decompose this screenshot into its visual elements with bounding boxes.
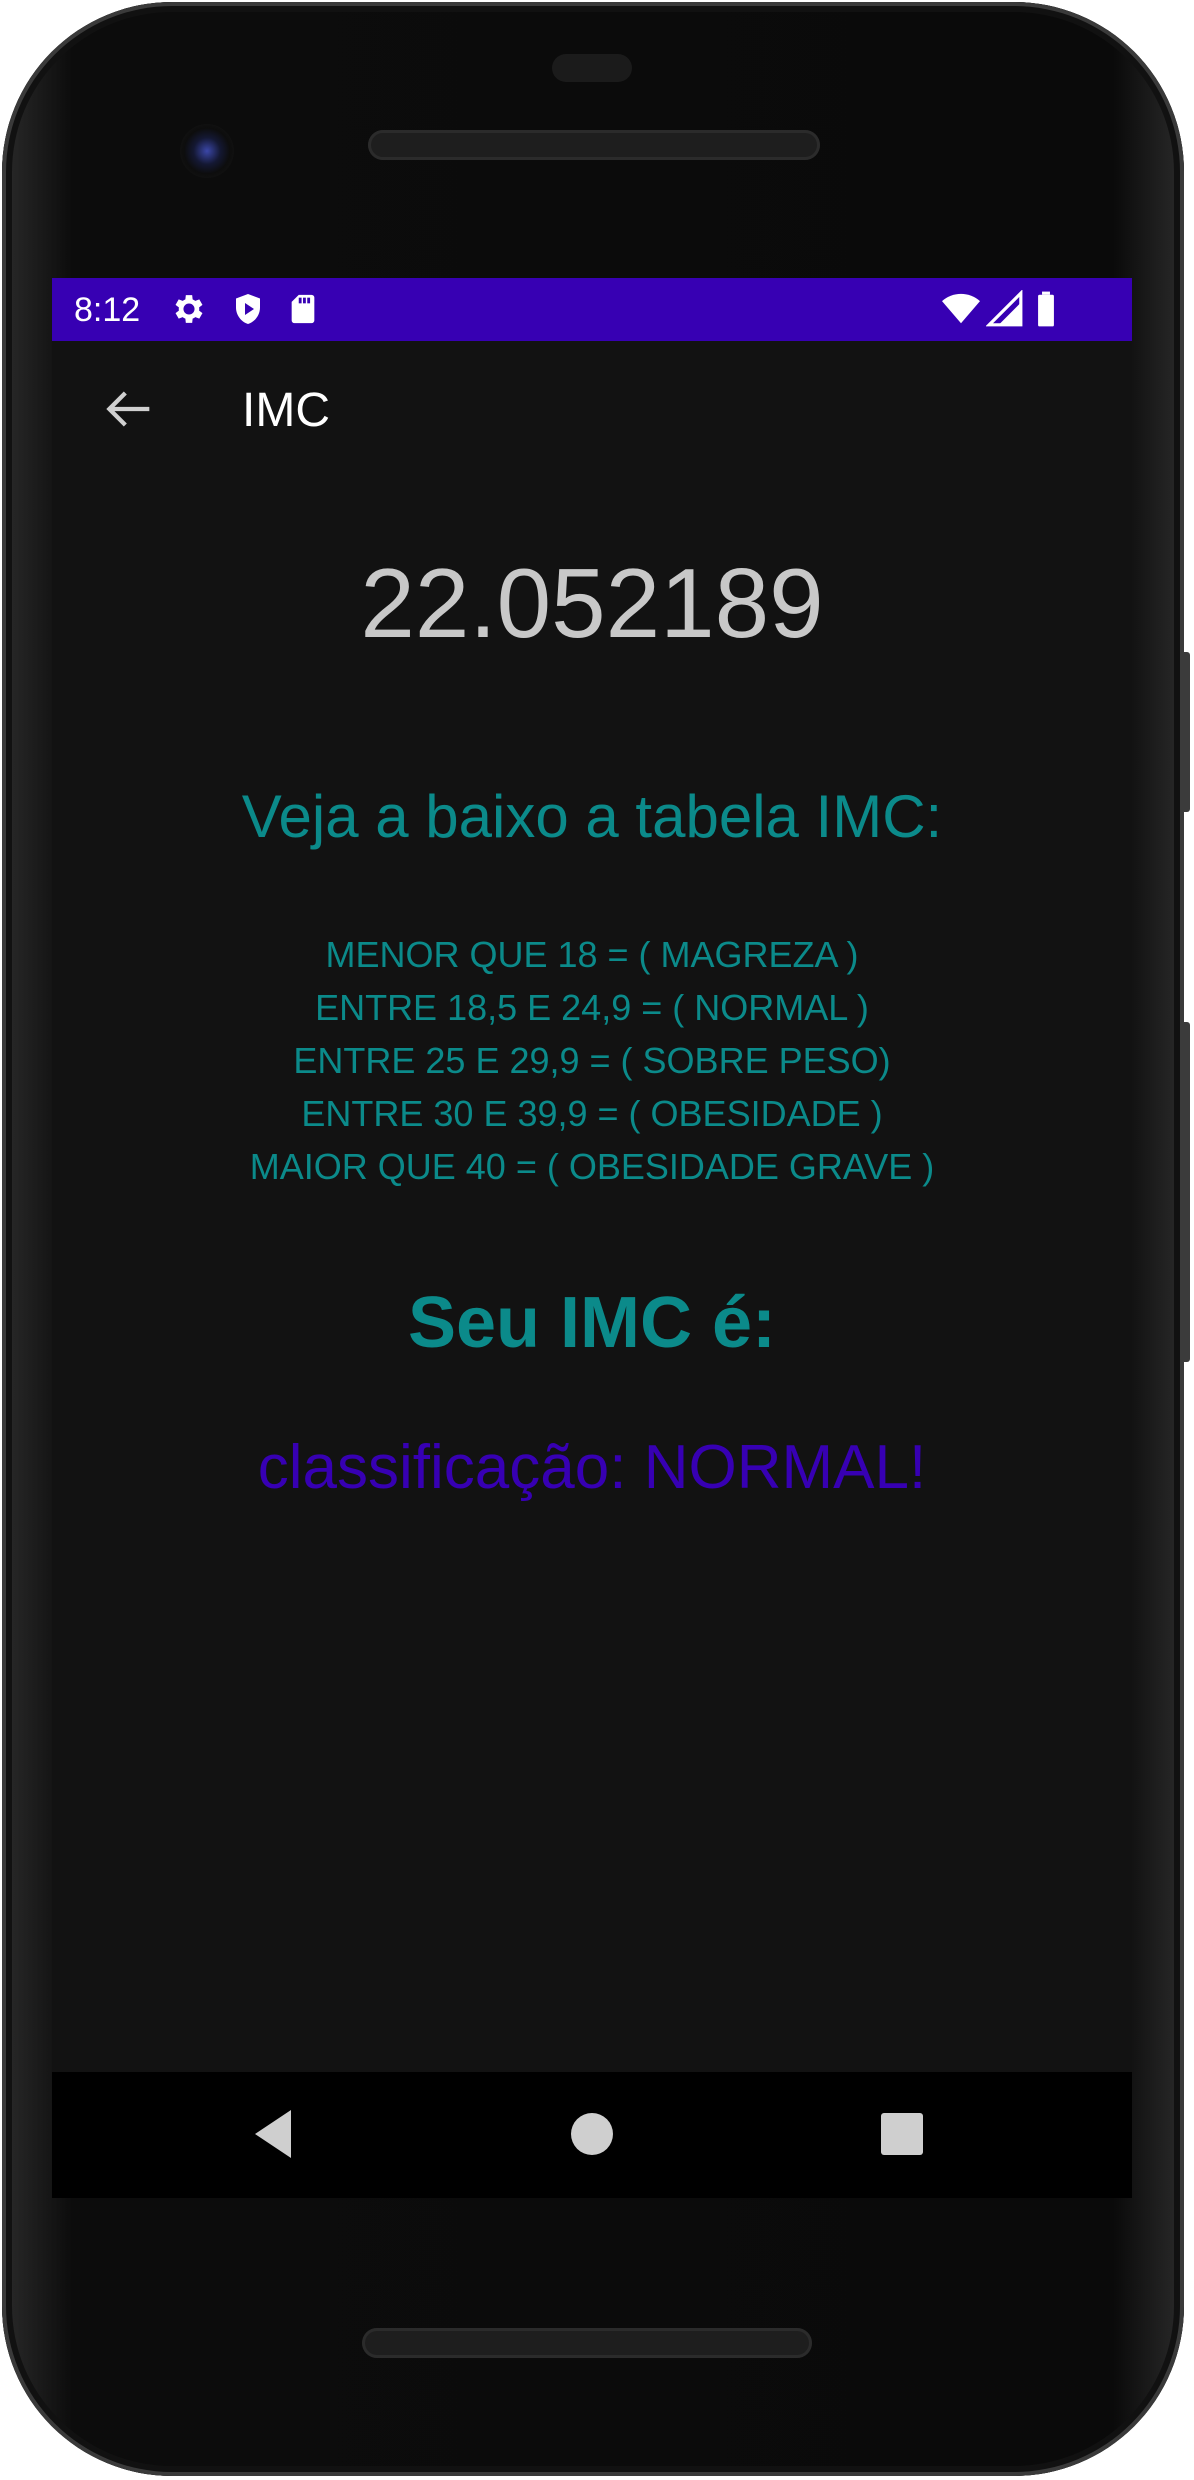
table-line: ENTRE 30 E 39,9 = ( OBESIDADE ): [301, 1093, 883, 1134]
app-screen: 8:12 IMC 22.052189 Veja a baixo a tabela…: [52, 278, 1132, 2072]
status-bar: 8:12: [52, 278, 1132, 341]
home-circle-icon[interactable]: [556, 2098, 628, 2170]
status-time: 8:12: [74, 291, 141, 329]
cell-signal-icon: [985, 289, 1024, 332]
result-heading: Seu IMC é:: [407, 1283, 777, 1363]
power-button: [1180, 652, 1190, 812]
app-bar: IMC: [52, 341, 1132, 488]
recents-square-icon[interactable]: [866, 2098, 938, 2170]
arrow-left-icon[interactable]: [96, 377, 160, 441]
back-triangle-icon[interactable]: [240, 2098, 312, 2170]
top-speaker: [368, 130, 820, 160]
gear-icon: [170, 290, 208, 332]
table-line: ENTRE 18,5 E 24,9 = ( NORMAL ): [315, 987, 869, 1028]
classification-text: classificação: NORMAL!: [257, 1433, 927, 1502]
bmi-value: 22.052189: [360, 548, 824, 658]
shield-icon: [230, 290, 266, 332]
bottom-speaker: [362, 2328, 812, 2358]
table-line: MENOR QUE 18 = ( MAGREZA ): [325, 934, 859, 975]
bmi-table: MENOR QUE 18 = ( MAGREZA ) ENTRE 18,5 E …: [52, 928, 1132, 1193]
table-line: MAIOR QUE 40 = ( OBESIDADE GRAVE ): [249, 1146, 935, 1187]
battery-icon: [1034, 290, 1058, 332]
table-title: Veja a baixo a tabela IMC:: [241, 783, 943, 850]
earpiece: [552, 54, 632, 82]
app-title: IMC: [242, 384, 330, 437]
table-line: ENTRE 25 E 29,9 = ( SOBRE PESO): [293, 1040, 891, 1081]
wifi-icon: [940, 290, 982, 332]
sd-card-icon: [286, 290, 320, 332]
volume-button: [1180, 1022, 1190, 1362]
front-camera: [180, 124, 234, 178]
navigation-bar: [52, 2072, 1132, 2198]
